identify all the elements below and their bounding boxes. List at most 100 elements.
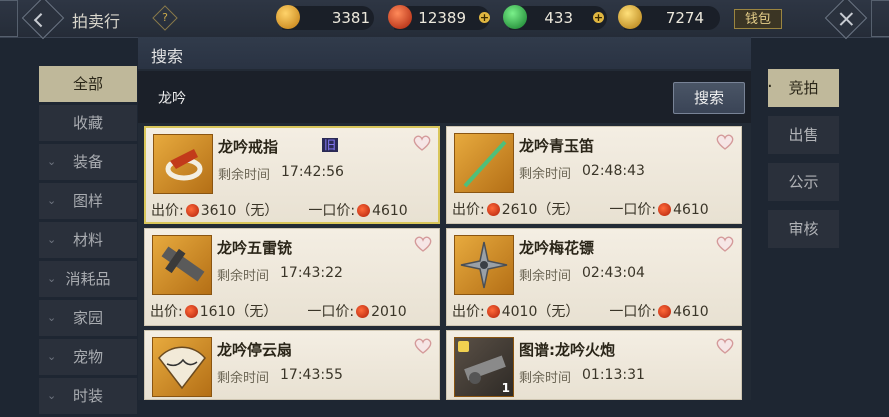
item-fan-icon <box>152 337 212 397</box>
tab-sell[interactable]: 出售 <box>768 116 839 154</box>
item-card[interactable]: 1 图谱:龙吟火炮 剩余时间 01:13:31 <box>446 330 742 400</box>
buyout-label: 一口价: <box>609 304 657 320</box>
search-input[interactable]: 龙吟 <box>158 88 186 108</box>
item-gun-icon <box>152 235 212 295</box>
help-icon: ? <box>162 11 168 24</box>
search-panel: 搜索 龙吟 搜索 龙吟戒指 旧 剩余时间 17:42:56 出价: 3610（无）… <box>138 37 751 400</box>
favorite-heart-icon[interactable] <box>413 235 433 253</box>
price-row: 出价: 1610（无） 一口价: 2010 <box>150 301 407 321</box>
add-jade-button[interactable]: + <box>593 12 604 23</box>
time-left-label: 剩余时间 <box>217 371 270 386</box>
red-coin-icon <box>486 305 500 318</box>
time-left-label: 剩余时间 <box>519 167 572 182</box>
red-coin-icon <box>357 204 371 217</box>
sidebar-item-equipment[interactable]: ⌄ 装备 <box>39 144 137 180</box>
tab-bidding[interactable]: 竞拍 <box>767 63 839 107</box>
bid-value: 3610（无） <box>200 203 279 219</box>
search-row: 龙吟 搜索 <box>138 71 751 123</box>
tab-public[interactable]: 公示 <box>768 163 839 201</box>
bid-label: 出价: <box>151 203 184 219</box>
item-name: 龙吟青玉笛 <box>519 137 595 155</box>
chevron-down-icon: ⌄ <box>47 389 57 402</box>
buyout-label: 一口价: <box>308 203 356 219</box>
corner-ornament-left <box>0 0 18 37</box>
red-coin-icon <box>185 204 199 217</box>
currency-red-value: 12389 <box>418 9 466 27</box>
red-coin-icon <box>658 305 672 318</box>
add-red-coin-button[interactable]: + <box>479 12 490 23</box>
buyout-label: 一口价: <box>609 202 657 218</box>
red-coin-icon <box>184 305 198 318</box>
chevron-down-icon: ⌄ <box>47 155 57 168</box>
buyout-value: 2010 <box>371 304 407 320</box>
buyout-value: 4610 <box>673 202 709 218</box>
currency-jade-value: 433 <box>544 9 573 27</box>
currency-ingot: 7274 <box>618 5 720 30</box>
top-bar: 拍卖行 ? 3381 12389 + 433 + 7274 钱包 <box>0 0 889 40</box>
close-button[interactable] <box>824 0 868 40</box>
back-button[interactable] <box>21 0 65 40</box>
currency-ingot-value: 7274 <box>665 9 704 27</box>
buyout-label: 一口价: <box>307 304 355 320</box>
item-card[interactable]: 龙吟青玉笛 剩余时间 02:48:43 出价: 2610（无） 一口价: 4610 <box>446 126 742 224</box>
item-card[interactable]: 龙吟停云扇 剩余时间 17:43:55 <box>144 330 440 400</box>
item-count: 1 <box>501 381 510 395</box>
favorite-heart-icon[interactable] <box>413 337 433 355</box>
currency-red: 12389 <box>388 5 490 30</box>
old-tag: 旧 <box>322 138 339 152</box>
tab-review[interactable]: 审核 <box>768 210 839 248</box>
red-coin-icon <box>486 203 500 216</box>
time-left-value: 17:42:56 <box>281 164 344 180</box>
item-name: 龙吟梅花镖 <box>519 239 595 257</box>
favorite-heart-icon[interactable] <box>412 134 432 152</box>
sidebar-item-favorites[interactable]: 收藏 <box>39 105 137 141</box>
item-dart-icon <box>454 235 514 295</box>
favorite-heart-icon[interactable] <box>715 133 735 151</box>
sidebar-item-fashion[interactable]: ⌄ 时装 <box>39 378 137 414</box>
bid-value: 2610（无） <box>501 202 580 218</box>
red-coin-icon <box>658 203 672 216</box>
item-name: 图谱:龙吟火炮 <box>519 341 615 359</box>
category-sidebar: 全部 收藏 ⌄ 装备 ⌄ 图样 ⌄ 材料 ⌄ 消耗品 ⌄ 家园 ⌄ 宠物 ⌄ 时装 <box>39 66 137 417</box>
price-row: 出价: 3610（无） 一口价: 4610 <box>151 200 408 220</box>
item-ring-icon <box>153 134 213 194</box>
buyout-value: 4610 <box>673 304 709 320</box>
page-title: 拍卖行 <box>72 12 121 31</box>
time-left-label: 剩余时间 <box>519 269 572 284</box>
item-card[interactable]: 龙吟梅花镖 剩余时间 02:43:04 出价: 4010（无） 一口价: 4610 <box>446 228 742 326</box>
time-left-value: 02:48:43 <box>582 163 645 179</box>
chevron-down-icon: ⌄ <box>47 233 57 246</box>
gold-coin-icon <box>276 5 300 29</box>
bid-value: 4010（无） <box>501 304 580 320</box>
sidebar-item-consumables[interactable]: ⌄ 消耗品 <box>39 261 137 297</box>
chevron-down-icon: ⌄ <box>47 272 57 285</box>
currency-gold: 3381 <box>276 5 374 30</box>
sidebar-item-pets[interactable]: ⌄ 宠物 <box>39 339 137 375</box>
time-left-value: 17:43:55 <box>280 367 343 383</box>
bid-label: 出价: <box>150 304 183 320</box>
favorite-heart-icon[interactable] <box>715 337 735 355</box>
sidebar-item-materials[interactable]: ⌄ 材料 <box>39 222 137 258</box>
help-button[interactable]: ? <box>152 5 178 31</box>
sidebar-item-patterns[interactable]: ⌄ 图样 <box>39 183 137 219</box>
wallet-button[interactable]: 钱包 <box>734 9 782 29</box>
bid-label: 出价: <box>452 304 485 320</box>
time-left-label: 剩余时间 <box>217 269 270 284</box>
item-name: 龙吟停云扇 <box>217 341 293 359</box>
gold-ingot-icon <box>618 5 642 29</box>
search-button[interactable]: 搜索 <box>673 82 745 114</box>
jade-icon <box>503 5 527 29</box>
buyout-value: 4610 <box>372 203 408 219</box>
sidebar-item-home[interactable]: ⌄ 家园 <box>39 300 137 336</box>
sidebar-item-all[interactable]: 全部 <box>39 66 137 102</box>
price-row: 出价: 4010（无） 一口价: 4610 <box>452 301 709 321</box>
chevron-down-icon: ⌄ <box>47 194 57 207</box>
time-left-value: 02:43:04 <box>582 265 645 281</box>
time-left-value: 01:13:31 <box>582 367 645 383</box>
item-card[interactable]: 龙吟五雷铳 剩余时间 17:43:22 出价: 1610（无） 一口价: 2010 <box>144 228 440 326</box>
bid-label: 出价: <box>452 202 485 218</box>
time-left-label: 剩余时间 <box>218 168 271 183</box>
favorite-heart-icon[interactable] <box>715 235 735 253</box>
currency-gold-value: 3381 <box>331 9 370 27</box>
item-card[interactable]: 龙吟戒指 旧 剩余时间 17:42:56 出价: 3610（无） 一口价: 4610 <box>144 126 440 224</box>
